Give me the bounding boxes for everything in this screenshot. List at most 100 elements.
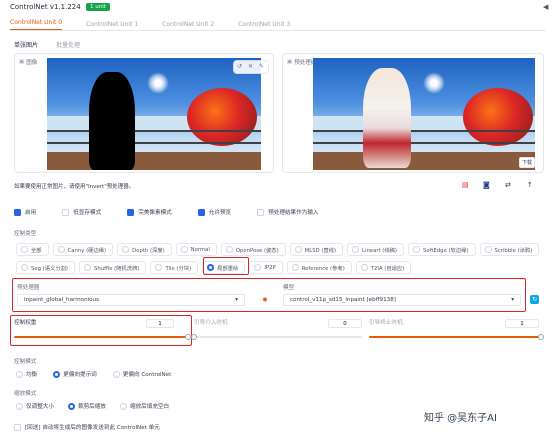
enable-checkbox[interactable]: 启用 [14, 208, 36, 216]
control-type-label: Scribble (涂鸦) [494, 247, 533, 254]
tab-single-image[interactable]: 单张图片 [14, 40, 38, 49]
radio-icon[interactable] [21, 246, 28, 253]
tab-unit-2[interactable]: ControlNet Unit 2 [162, 21, 214, 28]
checkbox-icon[interactable] [62, 208, 70, 216]
slider-knob[interactable] [538, 334, 544, 340]
download-button[interactable]: 下载 [519, 157, 536, 168]
guidance-end-slider[interactable] [369, 334, 544, 340]
resize-mode-option[interactable]: 仅调整大小 [16, 402, 54, 410]
input-image[interactable] [47, 58, 261, 170]
control-type-option[interactable]: Depth (深度) [117, 243, 172, 256]
radio-icon[interactable] [155, 264, 163, 271]
guidance-start-input[interactable]: 0 [328, 319, 362, 328]
radio-icon[interactable] [21, 264, 28, 271]
radio-icon[interactable] [84, 264, 91, 271]
tab-unit-0[interactable]: ControlNet Unit 0 [10, 19, 63, 30]
radio-icon[interactable] [180, 246, 188, 253]
send-dimensions-icon[interactable]: ↑ [527, 181, 533, 189]
radio-icon[interactable] [484, 246, 492, 253]
control-weight-label: 控制权重 [14, 320, 37, 326]
control-type-label: IP2P [264, 264, 276, 271]
control-type-option[interactable]: Canny (硬边缘) [52, 243, 114, 256]
guidance-end-input[interactable]: 1 [505, 319, 539, 328]
control-type-label: 控制类型 [14, 231, 37, 237]
resize-mode-option[interactable]: 缩放后填充空白 [119, 402, 169, 410]
control-type-label: Tile (分块) [165, 265, 192, 272]
unit-tabs: ControlNet Unit 0 ControlNet Unit 1 Cont… [10, 19, 314, 30]
guidance-end-label: 引导终止时机 [369, 320, 403, 326]
control-type-option[interactable]: Shuffle (随机洗牌) [79, 261, 147, 274]
radio-icon[interactable] [16, 402, 23, 410]
brush-tools[interactable]: ↺ ✕ ✎ [233, 60, 269, 74]
control-mode-option[interactable]: 更偏向 ControlNet [112, 370, 172, 378]
control-type-option[interactable]: Seg (语义分割) [16, 261, 75, 274]
tab-unit-1[interactable]: ControlNet Unit 1 [86, 21, 138, 28]
checkbox-icon[interactable] [197, 208, 205, 216]
control-mode-option[interactable]: 均衡 [16, 370, 37, 378]
control-mode-label: 控制模式 [14, 359, 37, 365]
radio-icon[interactable] [294, 246, 302, 253]
control-type-label: Canny (硬边缘) [67, 247, 107, 254]
new-canvas-icon[interactable]: ▤ [462, 181, 469, 189]
refresh-models-icon[interactable]: ↻ [530, 295, 539, 304]
control-type-option[interactable]: SoftEdge (软边缘) [408, 243, 476, 256]
preprocessor-as-input-checkbox[interactable]: 预处理结果作为输入 [257, 208, 319, 216]
tab-unit-3[interactable]: ControlNet Unit 3 [238, 21, 290, 28]
control-weight-slider[interactable] [14, 334, 191, 340]
camera-icon[interactable]: ◙ [483, 181, 490, 189]
control-type-option[interactable]: 全部 [16, 243, 49, 256]
run-preprocessor-icon[interactable]: ✸ [262, 296, 268, 304]
tab-batch[interactable]: 批量处理 [56, 40, 80, 49]
control-type-option[interactable]: Tile (分块) [150, 261, 199, 274]
radio-icon[interactable] [112, 370, 120, 378]
swap-icon[interactable]: ⇄ [505, 181, 511, 189]
radio-icon[interactable] [291, 264, 299, 271]
control-type-label: 全部 [31, 247, 42, 254]
control-type-option[interactable]: MLSD (直线) [289, 243, 344, 256]
radio-icon[interactable] [413, 246, 420, 253]
slider-knob[interactable] [191, 334, 197, 340]
resize-mode-label: 缩放模式 [14, 391, 37, 397]
checkbox-icon[interactable] [14, 423, 21, 431]
checkbox-icon[interactable] [127, 208, 135, 216]
pixel-perfect-checkbox[interactable]: 完美像素模式 [127, 208, 172, 216]
close-icon[interactable]: ✕ [248, 63, 253, 70]
radio-icon[interactable] [53, 370, 61, 378]
loopback-checkbox[interactable]: [回送] 自动将生成后的图像发送到此 ControlNet 单元 [14, 423, 160, 431]
radio-icon[interactable] [119, 402, 127, 410]
checkbox-icon[interactable] [14, 208, 21, 216]
control-type-row-1: 全部 Canny (硬边缘) Depth (深度) Normal OpenPose (姿… [16, 243, 543, 256]
control-mode-option-label: 更偏向 ControlNet [122, 372, 172, 378]
radio-icon[interactable] [67, 402, 75, 410]
image-icon: ▣ [287, 59, 293, 65]
undo-icon[interactable]: ↺ [237, 63, 242, 70]
control-type-option[interactable]: OpenPose (姿态) [220, 243, 286, 256]
caret-down-icon[interactable]: ◀ [543, 3, 548, 11]
checkbox-icon[interactable] [257, 208, 265, 216]
low-vram-checkbox[interactable]: 低显存模式 [62, 208, 101, 216]
control-mode-option[interactable]: 更偏向提示词 [53, 370, 97, 378]
radio-icon[interactable] [122, 246, 130, 253]
control-type-option[interactable]: Lineart (线稿) [347, 243, 404, 256]
radio-icon[interactable] [254, 264, 262, 271]
control-type-option[interactable]: Normal [175, 243, 217, 256]
control-weight-input[interactable]: 1 [146, 319, 174, 328]
brush-icon[interactable]: ✎ [259, 63, 264, 70]
model-select[interactable]: control_v11p_sd15_inpaint [ebff9138] ▾ [283, 294, 521, 306]
control-type-option[interactable]: IP2P [249, 261, 283, 274]
radio-icon[interactable] [225, 246, 233, 253]
control-type-option[interactable]: Reference (参考) [286, 261, 352, 274]
allow-preview-checkbox[interactable]: 允许预览 [197, 208, 231, 216]
control-type-option[interactable]: T2IA (自适应) [355, 261, 412, 274]
control-mode-option-label: 均衡 [26, 372, 38, 378]
radio-icon[interactable] [360, 264, 368, 271]
radio-icon[interactable] [16, 370, 23, 378]
guidance-start-slider[interactable] [191, 334, 362, 340]
control-type-option[interactable]: Scribble (涂鸦) [479, 243, 540, 256]
model-label: 模型 [283, 285, 295, 291]
resize-mode-option[interactable]: 裁剪后缩放 [67, 402, 106, 410]
control-mode-options: 均衡 更偏向提示词 更偏向 ControlNet [16, 370, 187, 378]
radio-icon[interactable] [57, 246, 65, 253]
radio-icon[interactable] [352, 246, 360, 253]
preprocessor-select[interactable]: inpaint_global_harmonious ▾ [17, 294, 245, 306]
